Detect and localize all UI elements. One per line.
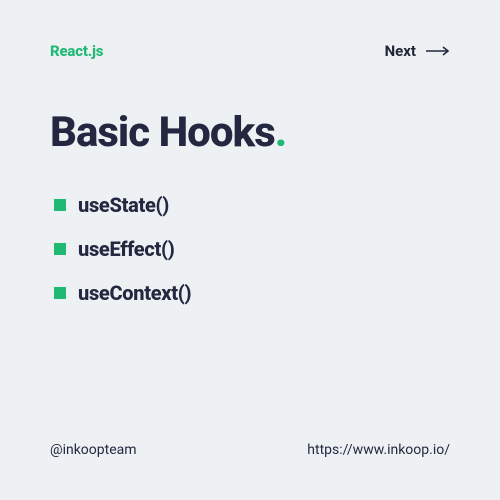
hook-name: useEffect(): [78, 237, 174, 261]
footer: @inkoopteam https://www.inkoop.io/: [50, 442, 450, 458]
header: React.js Next: [50, 42, 450, 60]
arrow-right-icon: [426, 45, 450, 57]
list-item: useContext(): [54, 281, 450, 305]
list-item: useEffect(): [54, 237, 450, 261]
hook-name: useState(): [78, 193, 169, 217]
website-url[interactable]: https://www.inkoop.io/: [307, 442, 450, 458]
square-bullet-icon: [54, 243, 66, 255]
social-handle[interactable]: @inkoopteam: [50, 442, 137, 458]
hook-name: useContext(): [78, 281, 191, 305]
page-title: Basic Hooks.: [50, 108, 450, 157]
list-item: useState(): [54, 193, 450, 217]
hooks-list: useState() useEffect() useContext(): [50, 193, 450, 305]
next-label: Next: [385, 42, 416, 60]
title-dot: .: [275, 108, 286, 157]
brand-label: React.js: [50, 42, 103, 60]
square-bullet-icon: [54, 199, 66, 211]
next-button[interactable]: Next: [385, 42, 450, 60]
title-text: Basic Hooks: [50, 108, 275, 157]
square-bullet-icon: [54, 287, 66, 299]
